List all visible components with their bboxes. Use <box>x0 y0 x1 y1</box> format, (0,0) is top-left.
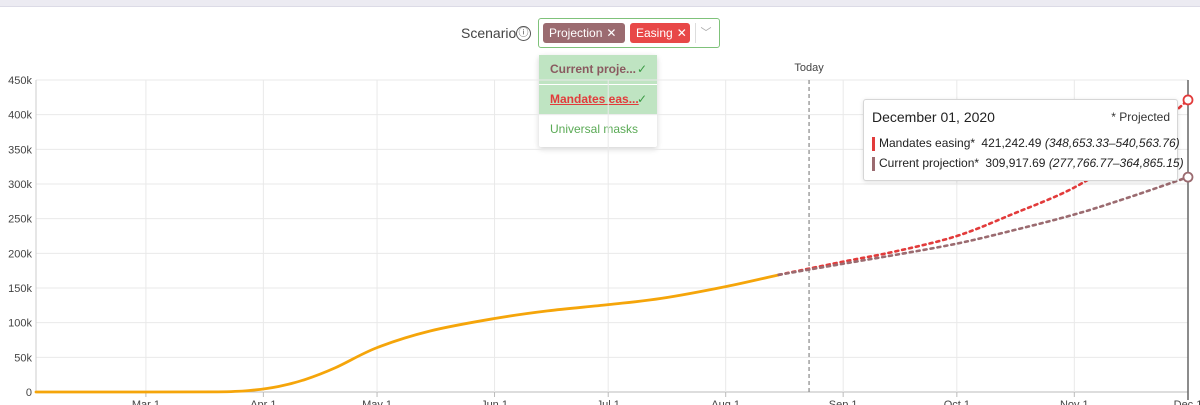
series-color-swatch <box>872 156 875 171</box>
x-tick-label: Apr 1 <box>250 399 276 405</box>
x-tick-label: Jul 1 <box>597 399 620 405</box>
y-tick-label: 350k <box>8 144 32 156</box>
x-tick-label: Dec 1 <box>1174 399 1200 405</box>
x-tick-label: Oct 1 <box>944 399 970 405</box>
x-tick-label: Sep 1 <box>829 399 858 405</box>
x-tick-label: Aug 1 <box>711 399 740 405</box>
y-tick-label: 250k <box>8 214 32 226</box>
hover-point-projection <box>1182 171 1194 183</box>
y-tick-label: 150k <box>8 283 32 295</box>
tooltip-date: December 01, 2020 <box>872 109 995 125</box>
y-tick-label: 100k <box>8 318 32 330</box>
y-tick-label: 50k <box>14 352 32 364</box>
y-tick-label: 0 <box>26 387 32 399</box>
x-tick-label: Jun 1 <box>481 399 508 405</box>
tooltip-range: (277,766.77–364,865.15) <box>1048 156 1184 170</box>
hover-tooltip: December 01, 2020 * Projected Mandates e… <box>863 99 1184 181</box>
y-tick-label: 400k <box>8 110 32 122</box>
line-chart: 0 50k 100k 150k 200k 250k 300k 350k 400k 450k Mar … <box>8 62 1200 405</box>
x-tick-label: May 1 <box>362 399 392 405</box>
y-tick-label: 450k <box>8 75 32 87</box>
tooltip-value: 309,917.69 <box>985 156 1046 170</box>
hover-point-easing <box>1182 94 1194 106</box>
x-tick-label: Nov 1 <box>1060 399 1089 405</box>
series-color-swatch <box>872 136 875 151</box>
tooltip-value: 421,242.49 <box>981 136 1042 150</box>
series-line-observed <box>34 273 781 394</box>
tooltip-row-easing: Mandates easing* 421,242.49 (348,653.33–… <box>872 135 1180 151</box>
today-label: Today <box>794 62 824 74</box>
tooltip-projected-note: * Projected <box>1111 110 1170 124</box>
x-tick-label: Mar 1 <box>132 399 160 405</box>
y-tick-label: 300k <box>8 179 32 191</box>
tooltip-range: (348,653.33–540,563.76) <box>1044 136 1180 150</box>
tooltip-row-projection: Current projection* 309,917.69 (277,766.… <box>872 155 1184 171</box>
y-tick-label: 200k <box>8 248 32 260</box>
